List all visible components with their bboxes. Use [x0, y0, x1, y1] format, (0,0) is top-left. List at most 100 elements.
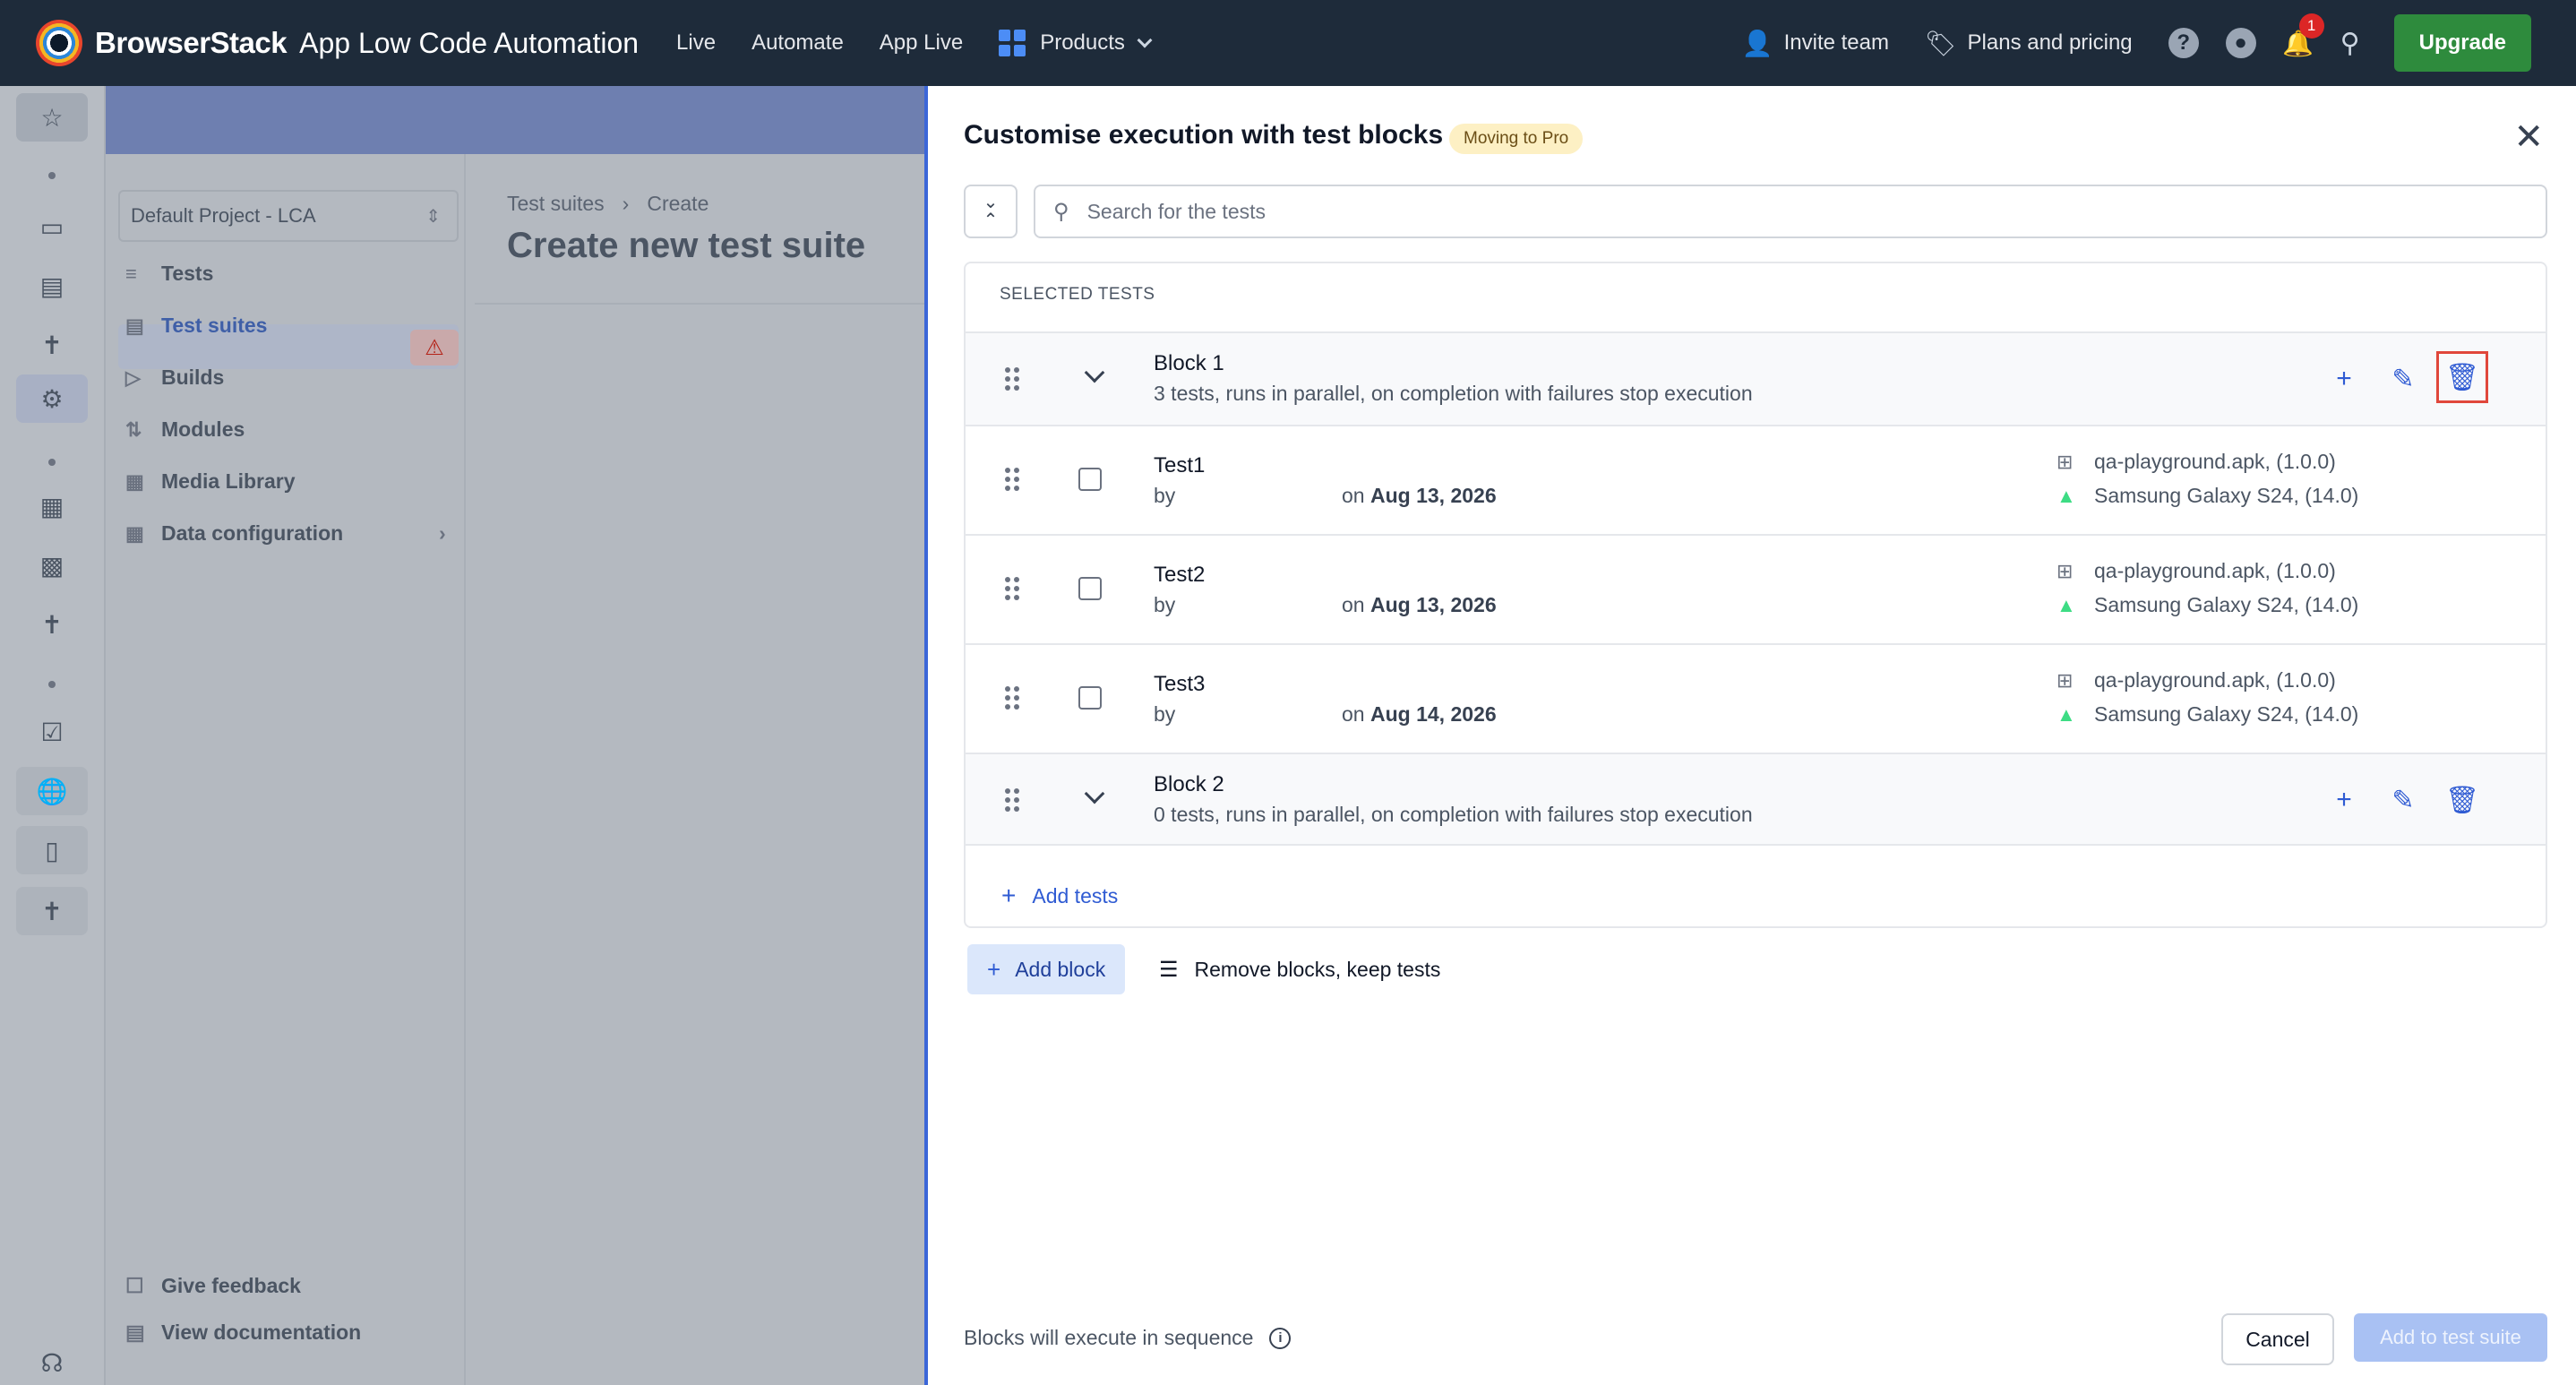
- edit-pencil-icon[interactable]: ✎: [2377, 774, 2429, 826]
- selected-tests-panel: SELECTED TESTS Block 1 3 tests, runs in …: [964, 262, 2547, 928]
- list-icon: ≡: [125, 262, 137, 285]
- app-automate-icon[interactable]: ▩: [16, 541, 88, 589]
- apps-icon: ⊞: [2057, 668, 2074, 692]
- low-code-icon[interactable]: ⚙: [16, 374, 88, 423]
- star-icon[interactable]: ☆: [16, 93, 88, 142]
- device-name: Samsung Galaxy S24, (14.0): [2094, 702, 2359, 726]
- test-checkbox[interactable]: [1078, 468, 1102, 491]
- collapse-all-button[interactable]: ⌄ ⌃: [964, 185, 1018, 238]
- info-icon[interactable]: i: [1269, 1327, 1292, 1349]
- notifications-bell-icon[interactable]: 🔔 1: [2282, 13, 2324, 58]
- add-tests-label: Add tests: [1032, 883, 1119, 908]
- account-icon[interactable]: ●: [2225, 28, 2256, 58]
- list-icon: ☰: [1159, 957, 1179, 982]
- test-name: Test3: [1154, 672, 1206, 696]
- live-icon[interactable]: ▭: [16, 202, 88, 251]
- headset-icon[interactable]: ☊: [16, 1338, 88, 1385]
- breadcrumb-test-suites[interactable]: Test suites: [507, 192, 605, 215]
- drag-handle-icon[interactable]: [1005, 468, 1019, 491]
- add-block-button[interactable]: + Add block: [967, 944, 1126, 994]
- invite-team-link[interactable]: 👤 Invite team: [1742, 29, 1889, 58]
- android-icon: ▲: [2057, 593, 2076, 616]
- products-menu[interactable]: Products: [999, 30, 1153, 56]
- invite-team-label: Invite team: [1783, 30, 1889, 55]
- play-icon: ▷: [125, 366, 141, 389]
- edit-pencil-icon[interactable]: ✎: [2377, 353, 2429, 405]
- globe-icon[interactable]: 🌐: [16, 767, 88, 815]
- top-navigation-bar: BrowserStack App Low Code Automation Liv…: [0, 0, 2576, 86]
- add-icon[interactable]: +: [2318, 774, 2370, 826]
- search-input[interactable]: [1086, 199, 2520, 224]
- footer-note: Blocks will execute in sequence i: [964, 1326, 1292, 1350]
- add-tests-button[interactable]: + Add tests: [1001, 882, 1118, 910]
- mobile-icon[interactable]: ▯: [16, 826, 88, 874]
- drag-handle-icon[interactable]: [1005, 367, 1019, 391]
- add-icon[interactable]: +: [2318, 353, 2370, 405]
- test-checkbox[interactable]: [1078, 686, 1102, 710]
- test-author: by: [1154, 593, 1176, 616]
- give-feedback-link[interactable]: ☐ Give feedback: [125, 1274, 301, 1298]
- left-icon-rail: ☆ ▭ ▤ ✝ ⚙ ▦ ▩ ✝ ☑ 🌐 ▯ ✝ ☊: [0, 86, 106, 1385]
- close-icon[interactable]: ✕: [2513, 116, 2544, 158]
- table-icon: ▦: [125, 521, 144, 545]
- search-field[interactable]: ⚲: [1034, 185, 2547, 238]
- test-row[interactable]: Test2 by on Aug 13, 2026 ⊞ qa-playground.…: [966, 534, 2546, 643]
- notification-badge: 1: [2298, 13, 2324, 39]
- test-row[interactable]: Test1 by on Aug 13, 2026 ⊞ qa-playground.…: [966, 425, 2546, 534]
- nav-app-live[interactable]: App Live: [880, 30, 963, 56]
- modules-icon: ⇅: [125, 417, 142, 441]
- chevron-right-icon: ›: [439, 521, 446, 545]
- footer-note-text: Blocks will execute in sequence: [964, 1326, 1254, 1349]
- sidebar-item-tests[interactable]: ≡ Tests: [125, 262, 213, 286]
- nav-automate[interactable]: Automate: [751, 30, 844, 56]
- sidebar-item-data-configuration[interactable]: ▦ Data configuration ›: [125, 521, 446, 546]
- test-management-icon[interactable]: ☑: [16, 708, 88, 756]
- help-icon[interactable]: ?: [2168, 28, 2199, 58]
- search-icon[interactable]: ⚲: [2340, 28, 2360, 59]
- add-to-test-suite-button[interactable]: Add to test suite: [2354, 1313, 2547, 1362]
- test-name: Test1: [1154, 453, 1206, 477]
- drag-handle-icon[interactable]: [1005, 788, 1019, 812]
- date-prefix: on: [1342, 702, 1365, 726]
- sidebar-item-label: Data configuration: [161, 521, 344, 545]
- delete-trash-icon[interactable]: 🗑: [2436, 351, 2488, 403]
- view-documentation-link[interactable]: ▤ View documentation: [125, 1320, 361, 1345]
- automate-icon[interactable]: ▤: [16, 262, 88, 310]
- search-icon: ⚲: [1053, 199, 1069, 224]
- block-row[interactable]: Block 1 3 tests, runs in parallel, on co…: [966, 331, 2546, 425]
- brand-name[interactable]: BrowserStack: [95, 26, 288, 60]
- plus-icon: +: [987, 955, 1001, 983]
- updown-chevron-icon: ⇕: [425, 206, 441, 227]
- add-user-icon: 👤: [1741, 29, 1773, 57]
- android-icon: ▲: [2057, 702, 2076, 726]
- test-blocks-drawer: Customise execution with test blocks Mov…: [924, 86, 2576, 1385]
- block-row[interactable]: Block 2 0 tests, runs in parallel, on co…: [966, 753, 2546, 846]
- app-live-icon[interactable]: ▦: [16, 482, 88, 530]
- plans-pricing-link[interactable]: 🏷 Plans and pricing: [1925, 29, 2133, 58]
- test-checkbox[interactable]: [1078, 577, 1102, 600]
- accessibility-icon[interactable]: ✝: [16, 321, 88, 369]
- sidebar-item-test-suites[interactable]: ▤ Test suites: [125, 314, 267, 338]
- sidebar-item-builds[interactable]: ▷ Builds: [125, 366, 224, 390]
- date-prefix: on: [1342, 593, 1365, 616]
- chevron-down-icon[interactable]: [1084, 362, 1105, 383]
- person-icon[interactable]: ✝: [16, 887, 88, 935]
- sidebar-item-modules[interactable]: ⇅ Modules: [125, 417, 245, 442]
- cancel-button[interactable]: Cancel: [2221, 1313, 2334, 1365]
- remove-blocks-button[interactable]: ☰ Remove blocks, keep tests: [1159, 944, 1440, 994]
- drag-handle-icon[interactable]: [1005, 686, 1019, 710]
- browserstack-logo-icon[interactable]: [36, 20, 82, 66]
- top-banner: [106, 86, 924, 154]
- drag-handle-icon[interactable]: [1005, 577, 1019, 600]
- project-selector[interactable]: Default Project - LCA ⇕: [118, 190, 459, 242]
- sidebar-divider: [464, 154, 466, 1385]
- sidebar-item-media-library[interactable]: ▦ Media Library: [125, 469, 296, 494]
- nav-live[interactable]: Live: [676, 30, 716, 56]
- upgrade-button[interactable]: Upgrade: [2393, 14, 2531, 72]
- app-accessibility-icon[interactable]: ✝: [16, 600, 88, 649]
- test-row[interactable]: Test3 by on Aug 14, 2026 ⊞ qa-playground.…: [966, 643, 2546, 753]
- test-date: on Aug 14, 2026: [1342, 702, 1497, 727]
- delete-trash-icon[interactable]: 🗑: [2436, 774, 2488, 826]
- chevron-down-icon[interactable]: [1084, 783, 1105, 804]
- suite-icon: ▤: [125, 314, 144, 337]
